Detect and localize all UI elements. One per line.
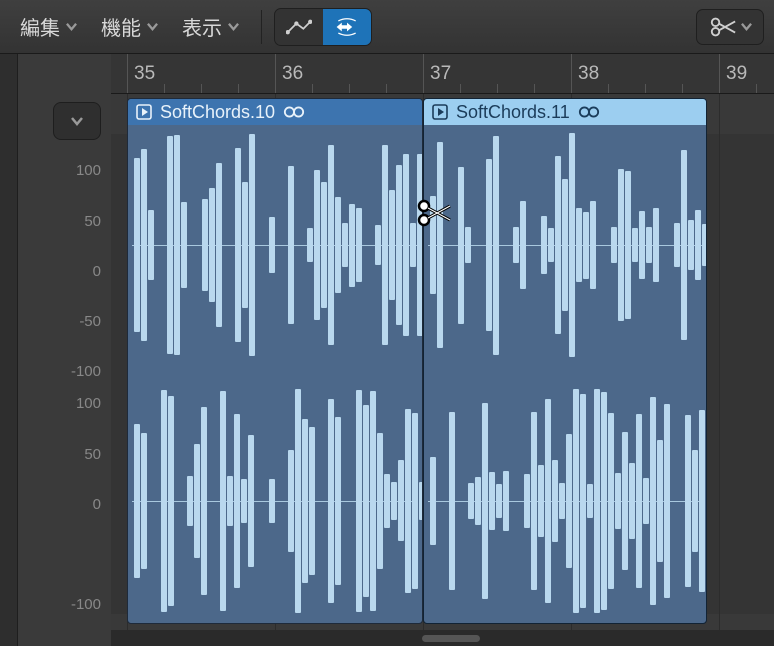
flex-tool-button[interactable] [323, 9, 371, 45]
scrollbar-thumb[interactable] [422, 635, 480, 642]
amp-label: 0 [93, 496, 101, 513]
waveform[interactable] [128, 125, 422, 623]
link-icon [578, 104, 600, 120]
link-icon [283, 104, 305, 120]
chevron-down-icon [741, 21, 752, 32]
audio-region[interactable]: SoftChords.11 [423, 98, 707, 624]
view-menu-label: 表示 [182, 12, 222, 41]
amp-label: -100 [71, 363, 101, 380]
ruler-tick: 35 [127, 54, 155, 93]
left-gutter [0, 54, 18, 646]
scissors-tool-button[interactable] [696, 9, 764, 45]
ruler-tick: 36 [275, 54, 303, 93]
time-ruler[interactable]: 35 36 37 38 39 [111, 54, 774, 94]
scissors-icon [709, 16, 737, 38]
toolbar-divider [261, 10, 262, 44]
amp-label: -50 [79, 313, 101, 330]
menu-group: 編集 機能 表示 [10, 6, 249, 47]
edit-menu-label: 編集 [20, 12, 60, 41]
region-name: SoftChords.10 [160, 102, 275, 123]
waveform[interactable] [424, 125, 706, 623]
play-icon [432, 104, 448, 120]
horizontal-scrollbar[interactable] [111, 630, 758, 646]
chevron-down-icon [228, 21, 239, 32]
track-area[interactable]: SoftChords.10 SoftChords.11 [111, 94, 774, 630]
amp-label: 50 [84, 213, 101, 230]
chevron-down-icon [147, 21, 158, 32]
view-menu[interactable]: 表示 [172, 6, 249, 47]
catch-playhead-button[interactable] [53, 102, 101, 140]
functions-menu-label: 機能 [101, 12, 141, 41]
region-header[interactable]: SoftChords.11 [424, 99, 706, 125]
tool-segment [274, 8, 372, 46]
amp-label: 0 [93, 263, 101, 280]
functions-menu[interactable]: 機能 [91, 6, 168, 47]
amp-label: 100 [76, 395, 101, 412]
chevron-down-icon [66, 21, 77, 32]
amp-label: -100 [71, 596, 101, 613]
scroll-corner [758, 630, 774, 646]
automation-icon [286, 17, 312, 37]
amp-label: 50 [84, 446, 101, 463]
chevron-down-icon [70, 114, 84, 128]
toolbar: 編集 機能 表示 [0, 0, 774, 54]
flex-icon [334, 17, 360, 37]
audio-region[interactable]: SoftChords.10 [127, 98, 423, 624]
main-area: 100 50 0 -50 -100 100 50 0 -100 35 36 37 38… [0, 54, 774, 646]
region-name: SoftChords.11 [456, 102, 570, 123]
editor[interactable]: 35 36 37 38 39 SoftChords.10 SoftChords.11 [111, 54, 774, 646]
dim-after [707, 134, 774, 614]
level-column: 100 50 0 -50 -100 100 50 0 -100 [18, 54, 111, 646]
dim-before [111, 134, 127, 614]
region-header[interactable]: SoftChords.10 [128, 99, 422, 125]
ruler-tick: 39 [719, 54, 747, 93]
automation-tool-button[interactable] [275, 9, 323, 45]
amp-label: 100 [76, 162, 101, 179]
edit-menu[interactable]: 編集 [10, 6, 87, 47]
play-icon [136, 104, 152, 120]
ruler-tick: 38 [571, 54, 599, 93]
ruler-tick: 37 [423, 54, 451, 93]
